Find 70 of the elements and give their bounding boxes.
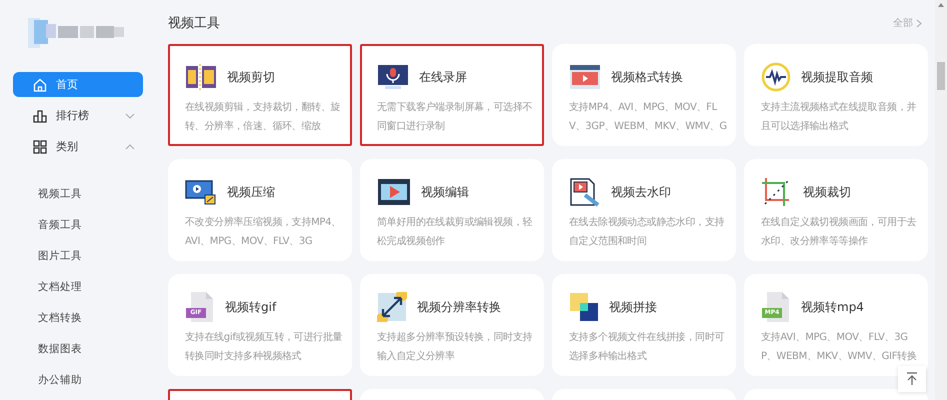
tool-card[interactable]: 视频裁切 在线自定义裁切视频画面，可用于去水印、改分辨率等等操作 — [744, 159, 928, 261]
card-title: 视频格式转换 — [611, 68, 683, 86]
sidebar-subitem[interactable]: 音频工具 — [38, 210, 82, 241]
card-description: 在线去除视频动态或静态水印，支持自定义范围和时间 — [569, 216, 726, 249]
tool-card[interactable]: 视频压缩 不改变分辨率压缩视频，支持MP4、AVI、MPG、MOV、FLV、3G — [168, 159, 352, 261]
card-title: 视频提取音频 — [801, 68, 873, 86]
home-icon — [33, 78, 47, 92]
arrow-up-icon — [906, 372, 918, 386]
chevron-icon[interactable] — [125, 142, 135, 152]
card-title: 视频压缩 — [227, 184, 275, 200]
card-description: 支持MP4、AVI、MPG、MOV、FLV、3GP、WEBM、MKV、WMV、G — [569, 100, 728, 134]
card-title: 视频编辑 — [421, 184, 469, 200]
item-label: 类别 — [56, 139, 79, 154]
sidebar-item[interactable]: 首页 — [13, 72, 143, 97]
tool-card[interactable]: 视频去水印 在线去除视频动态或静态水印，支持自定义范围和时间 — [552, 159, 736, 261]
tool-icon — [761, 62, 791, 92]
card-description: 支持AVI、MPG、MOV、FLV、3GP、WEBM、MKV、WMV、GIF转换 — [761, 330, 918, 364]
sidebar-subitem[interactable]: 办公辅助 — [38, 365, 82, 396]
sidebar-subitem[interactable]: 视频工具 — [38, 179, 82, 210]
card-description: 支持主流视频格式在线提取音频，并且可以选择输出格式 — [761, 100, 918, 134]
tool-icon — [377, 178, 411, 206]
back-to-top-button[interactable] — [898, 366, 926, 392]
card-title: 视频分辨率转换 — [417, 298, 501, 316]
card-title: 视频剪切 — [227, 68, 275, 86]
card-description: 支持在线gif或视频互转，可进行批量转换同时支持多种视频格式 — [185, 330, 344, 364]
card-description: 简单好用的在线裁剪或编辑视频，轻松完成视频创作 — [377, 216, 534, 249]
card-description: 支持超多分辨率预设转换，同时支持输入自定义分辨率 — [377, 330, 534, 364]
sidebar-subitem[interactable]: 文档处理 — [38, 272, 82, 303]
sidebar-subitem[interactable]: 文档转换 — [38, 303, 82, 334]
tool-icon — [185, 178, 217, 206]
tool-card[interactable]: 视频提取音频 支持主流视频格式在线提取音频，并且可以选择输出格式 — [744, 44, 928, 146]
sidebar-subitem[interactable]: 图片工具 — [38, 241, 82, 272]
card-description: 在线视频剪辑，支持裁切，翻转、旋转、分辨率，倍速、循环、缩放 — [185, 100, 342, 134]
card-description: 在线自定义裁切视频画面，可用于去水印、改分辨率等等操作 — [761, 216, 918, 249]
scrollbar-thumb[interactable] — [937, 62, 945, 90]
tool-card[interactable]: 视频剪切 在线视频剪辑，支持裁切，翻转、旋转、分辨率，倍速、循环、缩放 — [168, 44, 352, 146]
card-description: 无需下载客户端录制屏幕，可选择不同窗口进行录制 — [377, 100, 534, 134]
card-title: 视频裁切 — [803, 184, 851, 200]
tool-icon — [377, 292, 407, 322]
sidebar-item[interactable]: 排行榜 — [13, 103, 143, 128]
card-description: 支持多个视频文件在线拼接，同时可选择多种输出格式 — [569, 330, 726, 364]
tool-icon — [377, 63, 409, 91]
file-icon — [185, 291, 215, 323]
tool-card[interactable]: 视频格式转换 支持MP4、AVI、MPG、MOV、FLV、3GP、WEBM、MKV、WMV、G — [552, 44, 736, 146]
sidebar-item[interactable]: 类别 — [13, 134, 143, 159]
item-label: 排行榜 — [56, 108, 90, 123]
card-description: 不改变分辨率压缩视频，支持MP4、AVI、MPG、MOV、FLV、3G — [185, 216, 342, 249]
tool-card[interactable]: 视频拼接 支持多个视频文件在线拼接，同时可选择多种输出格式 — [552, 274, 736, 376]
bar-chart-icon — [33, 108, 47, 122]
section-title: 视频工具 — [168, 15, 220, 32]
sidebar-subitem[interactable]: 数据图表 — [38, 334, 82, 365]
file-icon — [761, 291, 791, 323]
item-label: 首页 — [56, 77, 79, 92]
card-title: 视频转mp4 — [801, 298, 864, 316]
tool-icon — [569, 177, 601, 207]
card-title: 视频去水印 — [611, 184, 671, 200]
scrollbar[interactable] — [935, 0, 947, 400]
grid-icon — [33, 140, 47, 154]
chevron-icon[interactable] — [125, 110, 135, 120]
tool-card[interactable]: 视频编辑 简单好用的在线裁剪或编辑视频，轻松完成视频创作 — [360, 159, 544, 261]
tool-icon — [569, 292, 599, 322]
tool-card[interactable]: 视频分辨率转换 支持超多分辨率预设转换，同时支持输入自定义分辨率 — [360, 274, 544, 376]
tool-icon — [569, 63, 601, 91]
card-title: 视频转gif — [225, 298, 276, 316]
card-title: 在线录屏 — [419, 68, 467, 86]
tool-icon — [185, 63, 217, 91]
chevron-right-icon — [916, 18, 922, 28]
tool-card[interactable]: 在线录屏 无需下载客户端录制屏幕，可选择不同窗口进行录制 — [360, 44, 544, 146]
scroll-up-arrow-icon[interactable] — [938, 3, 944, 7]
card-title: 视频拼接 — [609, 298, 657, 316]
